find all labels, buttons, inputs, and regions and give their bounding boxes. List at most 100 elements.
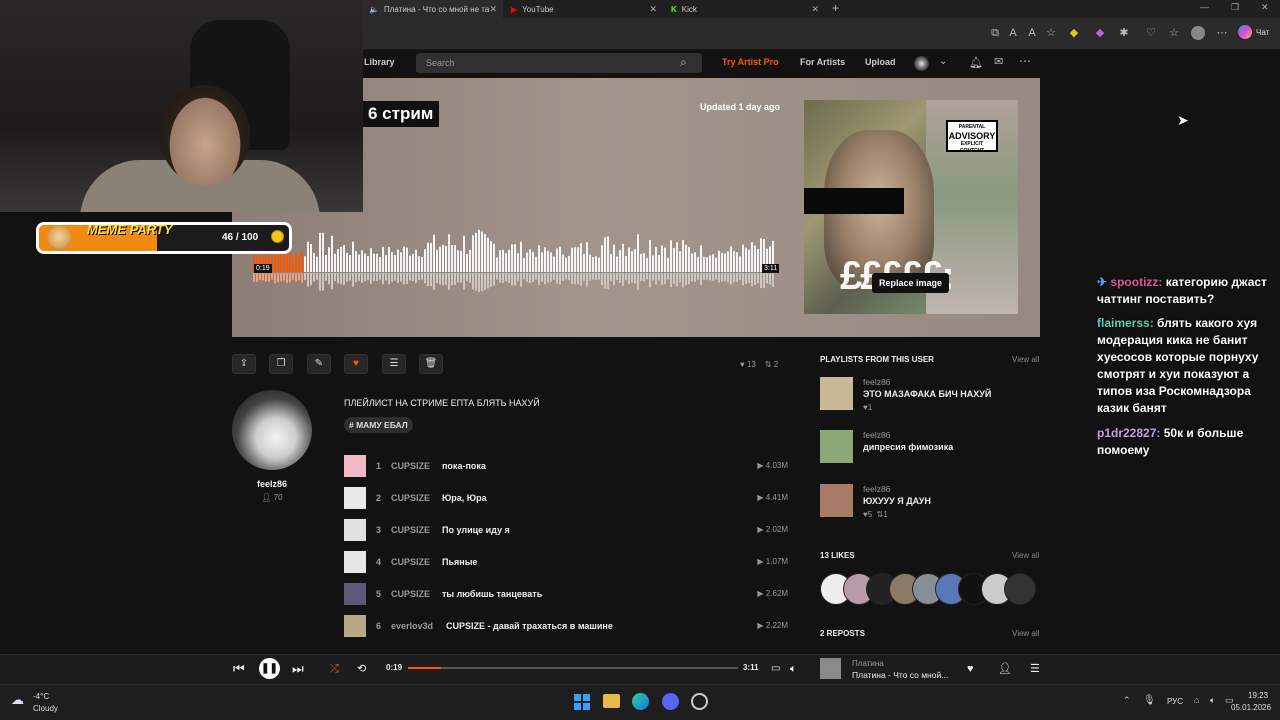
uploader-name[interactable]: feelz86 (232, 479, 312, 489)
waveform-reflection (451, 273, 453, 286)
translate-icon[interactable]: A (1025, 26, 1039, 40)
track-row[interactable]: 2 CUPSIZE Юра, Юра ▶ 4.41M (344, 487, 790, 509)
tab-youtube[interactable]: ▶ YouTube ✕ (505, 0, 663, 18)
user-playlist-item[interactable]: feelz86 ЮХУУУ Я ДАУН ♥5 ⇅1 (820, 484, 1040, 520)
follow-icon[interactable]: 👤︎ (998, 660, 1012, 678)
now-playing-title[interactable]: Платина - Что со мной... (852, 670, 948, 680)
discord-icon[interactable] (662, 693, 679, 710)
waveform-bar (715, 257, 717, 272)
tray-chevron-icon[interactable]: ⌃ (1123, 695, 1131, 706)
more-icon[interactable]: ⋯ (1019, 54, 1031, 68)
new-tab-icon[interactable]: + (832, 1, 839, 15)
waveform-reflection (607, 273, 609, 290)
pause-button[interactable]: ❚❚ (259, 658, 280, 679)
user-playlist-item[interactable]: feelz86 дипресия фимозика (820, 430, 1040, 466)
tab-kick[interactable]: K Kick ✕ (665, 0, 825, 18)
track-row[interactable]: 4 CUPSIZE Пьяные ▶ 1.07M (344, 551, 790, 573)
view-all-reposts-link[interactable]: View all (1012, 629, 1039, 638)
copilot-chat-button[interactable]: Чат (1238, 25, 1269, 39)
cast-icon[interactable]: ▭ (771, 660, 780, 678)
volume-icon[interactable]: 🔈︎ (790, 660, 797, 678)
read-aloud-icon[interactable]: A (1006, 26, 1020, 40)
extension-icon[interactable]: ◆ (1067, 26, 1081, 40)
waveform-reflection (253, 273, 255, 282)
now-playing-artist[interactable]: Платина (852, 659, 884, 668)
minimize-icon[interactable]: — (1200, 2, 1209, 12)
waveform-bar (280, 253, 282, 272)
delete-button[interactable]: 🗑︎ (419, 354, 443, 374)
track-row[interactable]: 5 CUPSIZE ты любишь танцевать ▶ 2.62M (344, 583, 790, 605)
view-all-likes-link[interactable]: View all (1012, 551, 1039, 560)
search-icon[interactable]: ⌕ (680, 55, 687, 70)
track-row[interactable]: 6 everlov3d CUPSIZE - давай трахаться в … (344, 615, 790, 637)
track-row[interactable]: 1 CUPSIZE пока-пока ▶ 4.03M (344, 455, 790, 477)
collections-icon[interactable]: ☆ (1167, 26, 1181, 40)
library-link[interactable]: Library (364, 57, 395, 67)
microphone-icon[interactable]: 🎙︎ (1143, 695, 1156, 706)
upload-link[interactable]: Upload (865, 57, 896, 67)
waveform-bar (730, 246, 732, 272)
progress-bar[interactable] (408, 667, 738, 669)
volume-tray-icon[interactable]: 🔈︎ (1210, 695, 1215, 706)
track-art (344, 583, 366, 605)
close-icon[interactable]: ✕ (811, 4, 819, 15)
waveform-reflection (754, 273, 756, 285)
share-button[interactable]: ⇪ (232, 354, 256, 374)
tab-platina[interactable]: 🔈 Платина - Что со мной не та ✕ (363, 0, 503, 18)
obs-icon[interactable] (691, 693, 708, 710)
profile-icon[interactable] (1191, 26, 1205, 40)
try-artist-pro-link[interactable]: Try Artist Pro (722, 57, 779, 67)
track-row[interactable]: 3 CUPSIZE По улице иду я ▶ 2.02M (344, 519, 790, 541)
waveform-bar (295, 252, 297, 272)
messages-icon[interactable]: ✉ (994, 55, 1003, 68)
shuffle-icon[interactable]: ⤮ (330, 660, 339, 678)
waveform-bar (724, 253, 726, 272)
waveform-bar (631, 251, 633, 272)
clock-time[interactable]: 19:23 (1248, 691, 1268, 700)
extensions-icon[interactable]: ✱ (1117, 26, 1131, 40)
weather-condition[interactable]: Cloudy (33, 704, 58, 713)
add-to-queue-button[interactable]: ☰ (382, 354, 406, 374)
file-explorer-icon[interactable] (603, 694, 620, 708)
waveform-reflection (625, 273, 627, 281)
notifications-bell-icon[interactable]: 🔔︎ (969, 56, 983, 69)
previous-icon[interactable]: ⏮ (233, 660, 245, 678)
edge-icon[interactable] (632, 693, 649, 710)
replace-image-button[interactable]: Replace image (872, 273, 950, 293)
chevron-down-icon[interactable]: ⌄ (939, 56, 947, 67)
clock-date[interactable]: 05.01.2026 (1231, 703, 1271, 712)
waveform[interactable] (253, 226, 777, 294)
playlist-tag[interactable]: # МАМУ ЕБАЛ (344, 417, 413, 433)
open-in-app-icon[interactable]: ⧉ (988, 26, 1002, 40)
like-icon[interactable]: ♥ (967, 660, 974, 678)
uploader-avatar[interactable] (232, 390, 312, 470)
copy-link-button[interactable]: ❐ (269, 354, 293, 374)
extension-icon[interactable]: ◆ (1093, 26, 1107, 40)
waveform-reflection (724, 273, 726, 282)
now-playing-art[interactable] (820, 658, 841, 679)
close-icon[interactable]: ✕ (649, 4, 657, 15)
user-avatar[interactable] (914, 56, 929, 71)
user-playlist-item[interactable]: feelz86 ЭТО МАЗАФАКА БИЧ НАХУЙ ♥1 (820, 377, 1040, 413)
maximize-icon[interactable]: ❐ (1231, 2, 1239, 13)
like-button[interactable]: ♥ (344, 354, 368, 374)
liker-avatar[interactable] (1004, 573, 1036, 605)
more-menu-icon[interactable]: ⋯ (1215, 26, 1229, 40)
for-artists-link[interactable]: For Artists (800, 57, 845, 67)
waveform-bar (505, 253, 507, 272)
waveform-bar (415, 249, 417, 272)
view-all-playlists-link[interactable]: View all (1012, 355, 1039, 364)
language-indicator[interactable]: РУС (1167, 697, 1183, 706)
search-input[interactable]: Search (416, 53, 702, 73)
network-icon[interactable]: ⌂ (1194, 695, 1199, 705)
windows-start-icon[interactable] (574, 694, 590, 710)
weather-temp[interactable]: -4°C (33, 692, 49, 701)
queue-icon[interactable]: ☰ (1030, 660, 1040, 678)
edit-button[interactable]: ✎ (307, 354, 331, 374)
next-icon[interactable]: ⏭ (292, 660, 304, 678)
favorite-star-icon[interactable]: ☆ (1044, 26, 1058, 40)
performance-icon[interactable]: ♡ (1144, 26, 1158, 40)
close-icon[interactable]: ✕ (489, 4, 497, 15)
repeat-icon[interactable]: ⟲ (357, 660, 366, 678)
close-window-icon[interactable]: ✕ (1261, 2, 1269, 13)
